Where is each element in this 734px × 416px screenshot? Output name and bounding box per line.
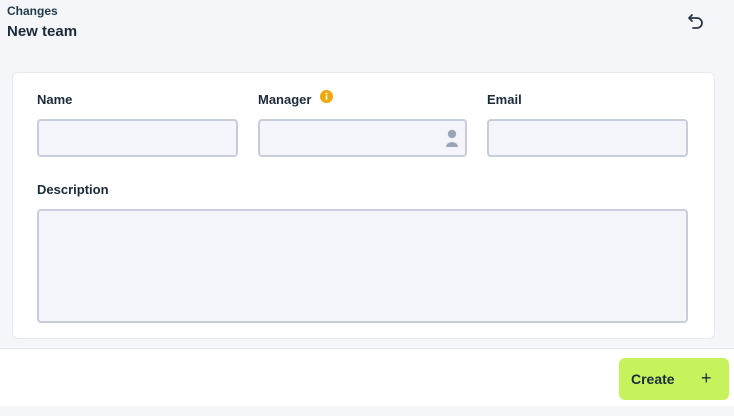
description-label: Description <box>37 182 109 197</box>
create-label: Create <box>631 371 675 387</box>
email-input[interactable] <box>487 119 688 157</box>
undo-icon <box>688 14 703 29</box>
breadcrumb[interactable]: Changes <box>7 4 58 18</box>
manager-input[interactable] <box>258 119 467 157</box>
person-icon <box>446 129 458 147</box>
create-button[interactable]: Create + <box>619 358 729 400</box>
email-label: Email <box>487 92 522 107</box>
undo-button[interactable] <box>684 9 708 33</box>
plus-icon: + <box>701 368 712 388</box>
name-input[interactable] <box>37 119 238 157</box>
page-header: Changes New team <box>0 0 734 60</box>
page-title: New team <box>7 23 78 40</box>
manager-label: Manager <box>258 92 312 107</box>
name-label: Name <box>37 92 73 107</box>
description-textarea[interactable] <box>37 209 688 323</box>
info-icon[interactable] <box>320 90 333 103</box>
